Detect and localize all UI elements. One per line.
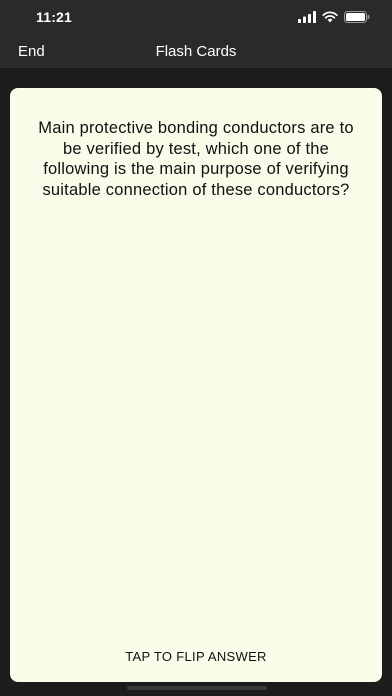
navigation-bar: End Flash Cards [0,36,392,69]
page-title: Flash Cards [155,43,237,60]
status-bar: 11:21 [0,0,392,36]
tap-to-flip-hint: TAP TO FLIP ANSWER [125,649,267,664]
flash-card[interactable]: Main protective bonding conductors are t… [10,88,382,682]
status-icons [298,10,370,28]
status-time: 11:21 [36,9,73,25]
card-question: Main protective bonding conductors are t… [38,119,354,199]
cellular-signal-icon [298,10,316,28]
home-indicator [127,686,267,690]
card-area: Main protective bonding conductors are t… [0,69,392,696]
end-button[interactable]: End [18,43,45,60]
wifi-icon [322,10,338,28]
battery-icon [344,10,370,28]
